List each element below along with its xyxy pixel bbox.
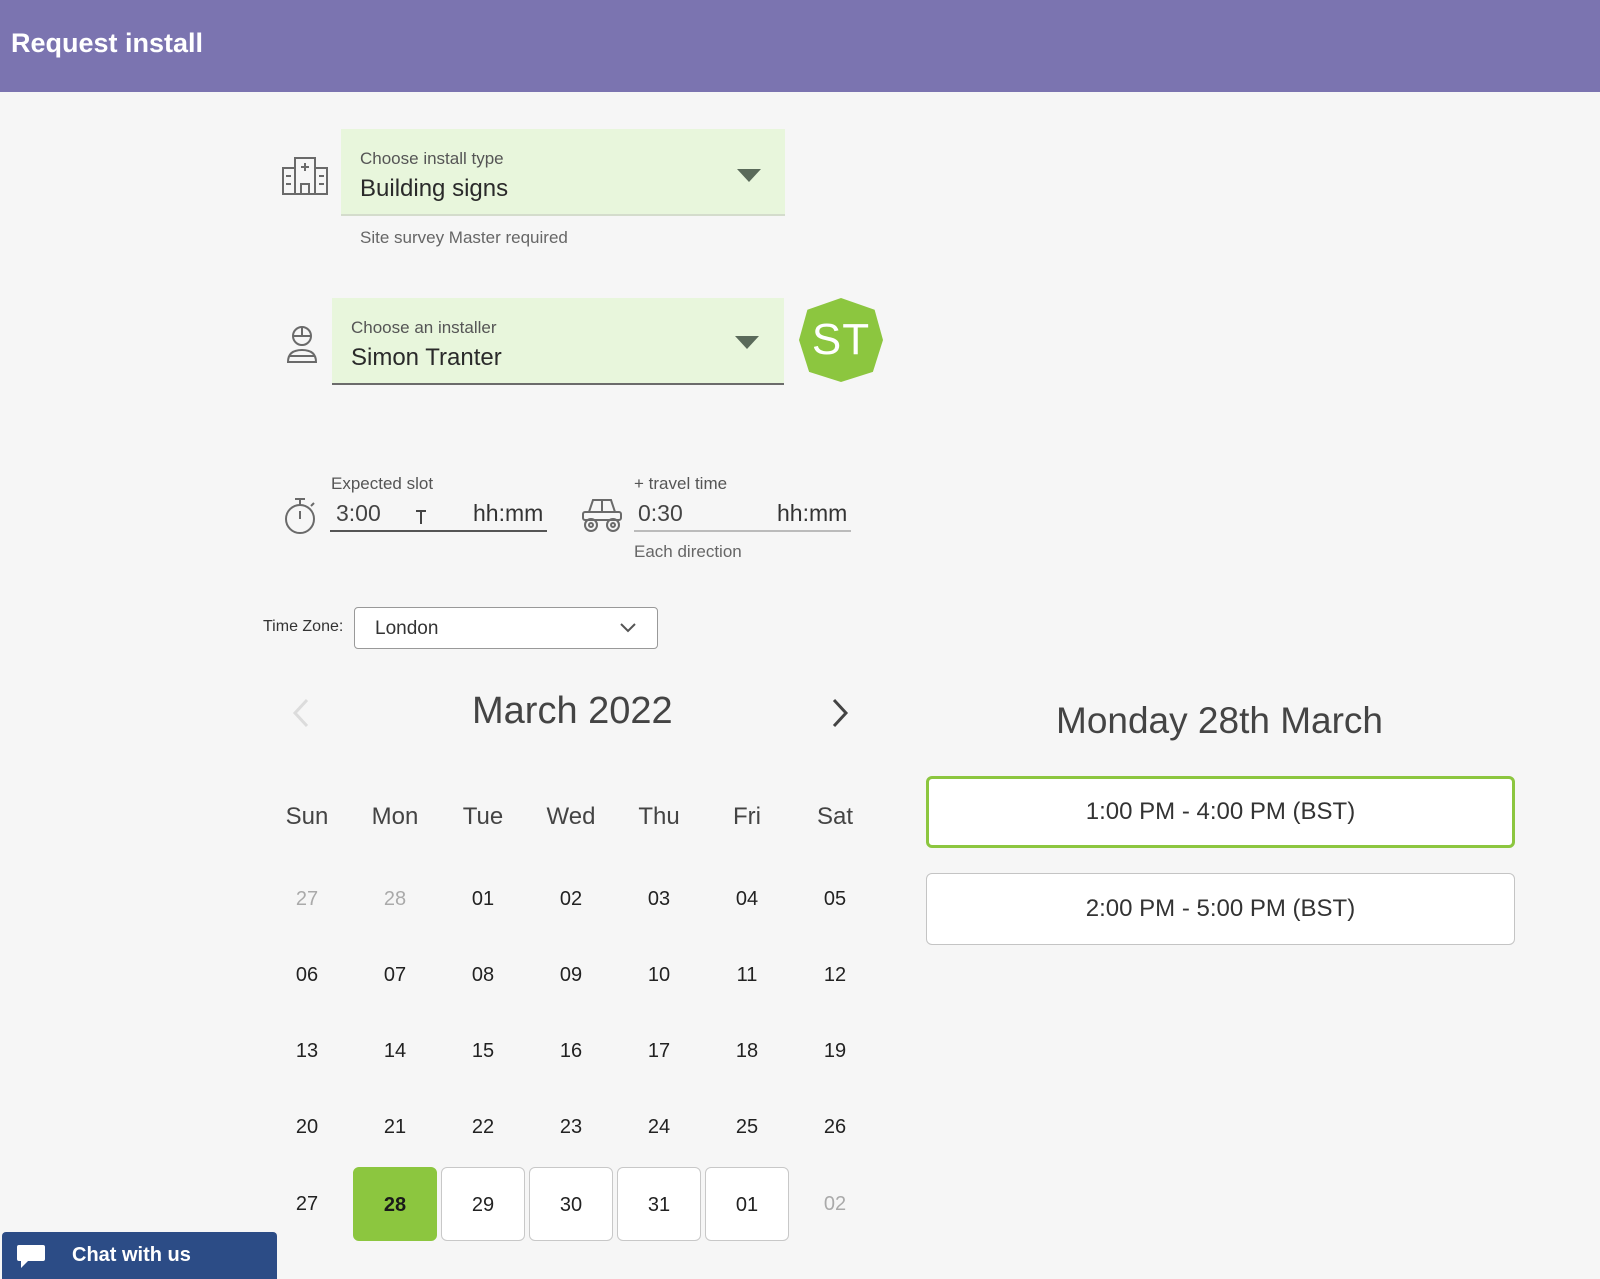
timezone-label: Time Zone: xyxy=(263,618,344,635)
calendar-day[interactable]: 20 xyxy=(265,1090,349,1164)
calendar-day[interactable]: 01 xyxy=(705,1167,789,1241)
calendar-day: 28 xyxy=(383,888,407,910)
calendar-day[interactable]: 08 xyxy=(441,938,525,1012)
stopwatch-icon xyxy=(282,496,318,536)
calendar-day[interactable]: 05 xyxy=(793,862,877,936)
prev-month-button[interactable] xyxy=(291,697,311,734)
timezone-select[interactable]: London xyxy=(354,607,658,649)
expected-slot-underline xyxy=(330,530,547,532)
installer-label: Choose an installer xyxy=(351,318,497,337)
page-title: Request install xyxy=(11,28,204,58)
weekday-header: Tue xyxy=(462,803,504,830)
calendar-day[interactable]: 09 xyxy=(529,938,613,1012)
calendar-day[interactable]: 11 xyxy=(705,938,789,1012)
calendar-day[interactable]: 18 xyxy=(705,1014,789,1088)
next-month-button[interactable] xyxy=(830,697,850,734)
calendar-day-selected[interactable]: 28 xyxy=(353,1167,437,1241)
text-cursor-icon xyxy=(414,508,428,526)
travel-time-unit: hh:mm xyxy=(777,500,848,526)
travel-time-label: + travel time xyxy=(634,474,728,493)
weekday-header: Wed xyxy=(546,803,596,830)
travel-time-helper: Each direction xyxy=(634,542,742,561)
time-slot-option[interactable]: 2:00 PM - 5:00 PM (BST) xyxy=(926,873,1515,945)
weekday-header: Fri xyxy=(733,803,761,830)
header-bar: Request install xyxy=(0,0,1600,92)
calendar-day[interactable]: 31 xyxy=(617,1167,701,1241)
weekday-header: Sun xyxy=(285,803,329,830)
weekday-header: Thu xyxy=(638,803,680,830)
calendar-day[interactable]: 13 xyxy=(265,1014,349,1088)
calendar-day[interactable]: 27 xyxy=(265,1167,349,1241)
chat-label: Chat with us xyxy=(72,1244,191,1266)
install-type-value: Building signs xyxy=(360,175,509,202)
installer-select[interactable]: Choose an installer Simon Tranter xyxy=(332,298,784,385)
calendar-day[interactable]: 07 xyxy=(353,938,437,1012)
calendar-day[interactable]: 03 xyxy=(617,862,701,936)
weekday-header: Mon xyxy=(371,803,419,830)
calendar-day[interactable]: 02 xyxy=(529,862,613,936)
calendar-day[interactable]: 06 xyxy=(265,938,349,1012)
expected-slot-label: Expected slot xyxy=(331,474,434,493)
chevron-down-icon xyxy=(619,618,637,641)
calendar-day[interactable]: 19 xyxy=(793,1014,877,1088)
chat-bubble-icon xyxy=(16,1242,46,1275)
selected-day-heading: Monday 28th March xyxy=(1056,700,1384,741)
calendar-day[interactable]: 29 xyxy=(441,1167,525,1241)
travel-time-input[interactable]: 0:30 xyxy=(638,500,683,527)
caret-down-icon xyxy=(735,336,759,349)
calendar-month-title: March 2022 xyxy=(472,690,673,732)
calendar-day[interactable]: 10 xyxy=(617,938,701,1012)
installer-avatar: ST xyxy=(799,298,883,382)
calendar-day[interactable]: 01 xyxy=(441,862,525,936)
calendar-day[interactable]: 24 xyxy=(617,1090,701,1164)
calendar-day: 27 xyxy=(295,888,319,910)
calendar-day[interactable]: 12 xyxy=(793,938,877,1012)
install-type-helper: Site survey Master required xyxy=(360,228,568,247)
calendar-day[interactable]: 16 xyxy=(529,1014,613,1088)
calendar-day[interactable]: 23 xyxy=(529,1090,613,1164)
calendar-day[interactable]: 14 xyxy=(353,1014,437,1088)
installer-value: Simon Tranter xyxy=(351,344,502,371)
truck-icon xyxy=(579,494,625,534)
weekday-header: Sat xyxy=(816,803,854,830)
installer-icon xyxy=(284,324,320,364)
building-icon xyxy=(281,156,329,196)
expected-slot-unit: hh:mm xyxy=(473,500,544,526)
calendar-day[interactable]: 15 xyxy=(441,1014,525,1088)
calendar-day[interactable]: 22 xyxy=(441,1090,525,1164)
calendar-day[interactable]: 21 xyxy=(353,1090,437,1164)
chat-with-us-button[interactable]: Chat with us xyxy=(2,1232,277,1279)
caret-down-icon xyxy=(737,169,761,182)
calendar-day[interactable]: 26 xyxy=(793,1090,877,1164)
install-type-label: Choose install type xyxy=(360,149,504,168)
install-type-select[interactable]: Choose install type Building signs xyxy=(341,129,785,216)
calendar-day[interactable]: 17 xyxy=(617,1014,701,1088)
time-slot-option[interactable]: 1:00 PM - 4:00 PM (BST) xyxy=(926,776,1515,848)
expected-slot-input[interactable]: 3:00 xyxy=(336,500,381,527)
timezone-value: London xyxy=(375,618,439,639)
calendar-day: 02 xyxy=(823,1193,847,1215)
calendar-day[interactable]: 25 xyxy=(705,1090,789,1164)
travel-time-underline xyxy=(634,530,851,532)
calendar-day[interactable]: 30 xyxy=(529,1167,613,1241)
calendar-day[interactable]: 04 xyxy=(705,862,789,936)
